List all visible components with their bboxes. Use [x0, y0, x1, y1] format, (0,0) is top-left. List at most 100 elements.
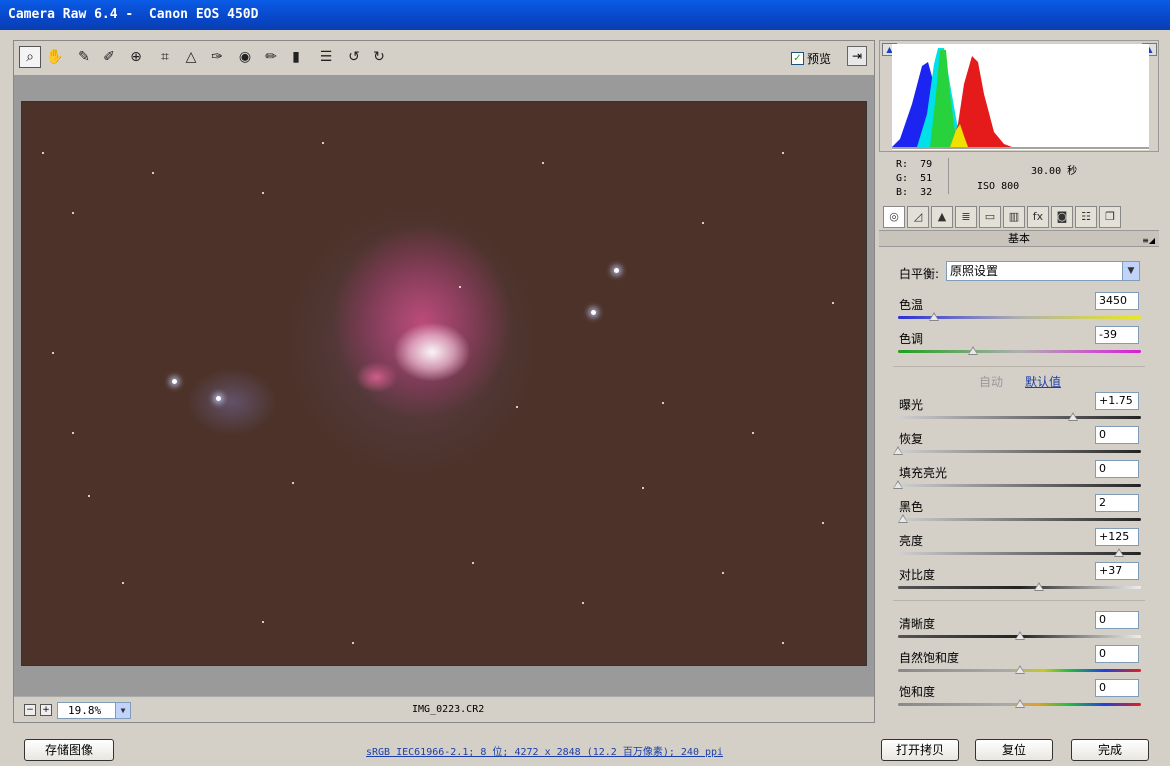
zoom-select[interactable]: 19.8% ▼ — [57, 702, 131, 719]
zoom-in-button[interactable]: + — [40, 704, 52, 716]
slider-value-field[interactable]: +125 — [1095, 528, 1139, 546]
auto-link[interactable]: 自动 — [979, 373, 1003, 390]
slider-value-field[interactable]: 0 — [1095, 645, 1139, 663]
slider-value-field[interactable]: 0 — [1095, 679, 1139, 697]
chevron-down-icon[interactable]: ▼ — [1122, 262, 1139, 280]
default-link[interactable]: 默认值 — [1025, 373, 1061, 390]
straighten-icon[interactable]: △ — [180, 46, 202, 68]
slider-thumb[interactable] — [929, 312, 940, 321]
split-toning-tab-icon[interactable]: ▭ — [979, 206, 1001, 228]
workflow-options-link[interactable]: sRGB IEC61966-2.1; 8 位; 4272 x 2848 (12.… — [366, 743, 723, 758]
info-area: R: 79 G: 51 B: 32 30.00 秒 ISO 800 — [879, 152, 1159, 202]
star — [262, 192, 264, 194]
star — [542, 162, 544, 164]
star — [722, 572, 724, 574]
basic-tab-icon[interactable]: ◎ — [883, 206, 905, 228]
slider-thumb[interactable] — [893, 446, 903, 455]
panel-title: 基本 ≡◢ — [879, 230, 1159, 247]
open-copy-button[interactable]: 打开拷贝 — [881, 739, 959, 761]
preview-checkbox[interactable]: ✓ — [791, 52, 804, 65]
white-balance-select[interactable]: 原照设置 ▼ — [946, 261, 1140, 281]
panel-menu-icon[interactable]: ≡◢ — [1142, 233, 1155, 248]
rotate-left-icon[interactable]: ↺ — [343, 46, 365, 68]
chevron-down-icon[interactable]: ▼ — [115, 703, 130, 718]
preview-toggle[interactable]: ✓ 预览 — [791, 50, 831, 67]
slider-value-field[interactable]: +1.75 — [1095, 392, 1139, 410]
image-preview[interactable] — [21, 101, 867, 666]
slider-thumb[interactable] — [1033, 582, 1044, 591]
lens-corrections-tab-icon[interactable]: ▥ — [1003, 206, 1025, 228]
filename: IMG_0223.CR2 — [412, 704, 485, 715]
iso-value: ISO 800 — [977, 181, 1020, 192]
slider-label: 自然饱和度 — [899, 651, 960, 665]
slider-track[interactable] — [898, 450, 1141, 453]
slider-1: 色调 -39 — [879, 326, 1159, 360]
graduated-filter-icon[interactable]: ▮ — [285, 46, 307, 68]
slider-value-field[interactable]: 0 — [1095, 460, 1139, 478]
slider-label: 对比度 — [899, 568, 936, 582]
slider-thumb[interactable] — [1014, 665, 1025, 674]
image-canvas[interactable] — [14, 75, 874, 696]
slider-label: 色温 — [899, 298, 924, 312]
slider-value-field[interactable]: 2 — [1095, 494, 1139, 512]
rotate-right-icon[interactable]: ↻ — [368, 46, 390, 68]
panel-tabs: ◎ ◿ ▲ ≣ ▭ ▥ fx ◙ ☷ ❐ — [879, 206, 1159, 230]
slider-thumb[interactable] — [1067, 412, 1078, 421]
slider-thumb[interactable] — [893, 480, 903, 489]
reset-button[interactable]: 复位 — [975, 739, 1053, 761]
slider-track[interactable] — [898, 484, 1141, 487]
slider-thumb[interactable] — [1014, 631, 1025, 640]
snapshots-tab-icon[interactable]: ❐ — [1099, 206, 1121, 228]
fullscreen-icon[interactable]: ⇥ — [847, 46, 867, 66]
slider-thumb[interactable] — [1014, 699, 1025, 708]
color-sampler-icon[interactable]: ✐ — [98, 46, 120, 68]
done-button[interactable]: 完成 — [1071, 739, 1149, 761]
slider-track[interactable] — [898, 586, 1141, 589]
slider-value-field[interactable]: +37 — [1095, 562, 1139, 580]
star — [262, 621, 264, 623]
slider-value-field[interactable]: 0 — [1095, 426, 1139, 444]
adjustment-brush-icon[interactable]: ✏ — [260, 46, 282, 68]
right-panel: ▲ ▲ R: 79 G: 51 B: 32 30.00 秒 ISO 800 ◎ ◿ … — [879, 40, 1159, 723]
window-title: Camera Raw 6.4 - Canon EOS 450D — [0, 0, 1170, 30]
presets-tab-icon[interactable]: ☷ — [1075, 206, 1097, 228]
slider-track[interactable] — [898, 552, 1141, 555]
slider-thumb[interactable] — [968, 346, 979, 355]
hand-icon[interactable]: ✋ — [44, 46, 66, 68]
zoom-value: 19.8% — [68, 704, 102, 717]
spot-removal-icon[interactable]: ✑ — [206, 46, 228, 68]
slider-10: 饱和度 0 — [879, 679, 1159, 713]
star — [472, 562, 474, 564]
target-adjust-icon[interactable]: ⊕ — [125, 46, 147, 68]
slider-value-field[interactable]: 3450 — [1095, 292, 1139, 310]
slider-9: 自然饱和度 0 — [879, 645, 1159, 679]
slider-track[interactable] — [898, 416, 1141, 419]
white-balance-icon[interactable]: ✎ — [73, 46, 95, 68]
camera-calibration-tab-icon[interactable]: ◙ — [1051, 206, 1073, 228]
save-image-button[interactable]: 存储图像 — [24, 739, 114, 761]
slider-label: 曝光 — [899, 398, 924, 412]
slider-value-field[interactable]: 0 — [1095, 611, 1139, 629]
hsl-tab-icon[interactable]: ≣ — [955, 206, 977, 228]
white-balance-label: 白平衡: — [899, 267, 940, 281]
slider-5: 黑色 2 — [879, 494, 1159, 528]
slider-thumb[interactable] — [1114, 548, 1125, 557]
effects-tab-icon[interactable]: fx — [1027, 206, 1049, 228]
preferences-icon[interactable]: ☰ — [315, 46, 337, 68]
b-value: B: 32 — [896, 187, 933, 198]
star — [832, 302, 834, 304]
detail-tab-icon[interactable]: ▲ — [931, 206, 953, 228]
red-eye-icon[interactable]: ◉ — [234, 46, 256, 68]
zoom-icon[interactable]: ⌕ — [19, 46, 41, 68]
slider-track[interactable] — [898, 518, 1141, 521]
slider-thumb[interactable] — [897, 514, 908, 523]
star — [152, 172, 154, 174]
slider-value-field[interactable]: -39 — [1095, 326, 1139, 344]
tone-curve-tab-icon[interactable]: ◿ — [907, 206, 929, 228]
slider-track[interactable] — [898, 350, 1141, 353]
star — [352, 642, 354, 644]
zoom-out-button[interactable]: − — [24, 704, 36, 716]
divider — [948, 158, 949, 194]
histogram: ▲ ▲ — [879, 40, 1159, 152]
crop-icon[interactable]: ⌗ — [154, 46, 176, 68]
